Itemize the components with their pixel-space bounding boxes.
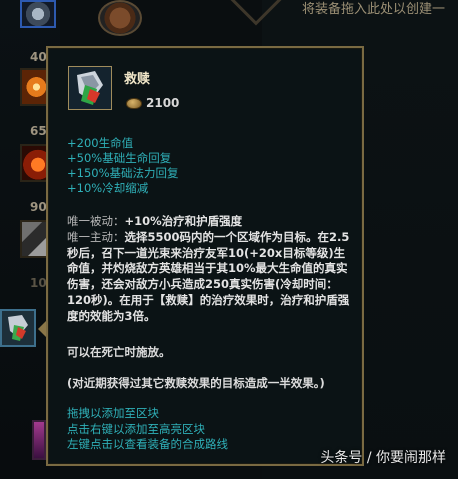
shield-item-icon[interactable] — [20, 0, 56, 28]
redemption-item-slot[interactable] — [0, 309, 36, 347]
hint-line: 拖拽以添加至区块 — [67, 406, 159, 420]
stat-line: +200生命值 — [67, 136, 134, 150]
passive-label: 唯一被动： — [67, 214, 125, 228]
half-effect-note: (对近期获得过其它救赎效果的目标造成一半效果。) — [67, 376, 325, 390]
redemption-item-icon — [2, 311, 34, 345]
item-price-label: 90 — [30, 200, 47, 214]
item-name: 救赎 — [124, 72, 151, 87]
item-price: 2100 — [146, 96, 180, 110]
active-line: 唯一主动：选择5500码内的一个区域作为目标。在2.5秒后，召下一道光束来治疗友… — [67, 230, 351, 325]
item-stats-list: +200生命值 +50%基础生命回复 +150%基础法力回复 +10%冷却缩减 — [67, 136, 179, 196]
redemption-item-icon — [68, 66, 112, 110]
wooden-shield-item-icon[interactable] — [98, 0, 142, 36]
passive-line: 唯一被动：+10%治疗和护盾强度 — [67, 214, 351, 230]
item-tooltip: 救赎 2100 +200生命值 +50%基础生命回复 +150%基础法力回复 +… — [46, 46, 364, 466]
passive-text: +10%治疗和护盾强度 — [124, 214, 243, 228]
control-hints-list: 拖拽以添加至区块 点击右键以添加至高亮区块 左键点击以查看装备的合成路线 — [67, 406, 228, 453]
item-price-label: 65 — [30, 124, 47, 138]
stat-line: +10%冷却缩减 — [67, 181, 149, 195]
drop-hint-text: 将装备拖入此处以创建一 — [302, 2, 446, 17]
stat-line: +50%基础生命回复 — [67, 151, 172, 165]
hint-line: 左键点击以查看装备的合成路线 — [67, 437, 228, 451]
active-label: 唯一主动： — [67, 229, 125, 244]
item-price-label: 10 — [30, 276, 47, 290]
cast-on-death-note: 可以在死亡时施放。 — [67, 345, 171, 359]
gold-coin-icon — [126, 98, 142, 109]
item-price-label: 40 — [30, 50, 47, 64]
hint-line: 点击右键以添加至高亮区块 — [67, 421, 205, 436]
watermark: 头条号 / 你要闹那样 — [320, 450, 446, 466]
item-description: 唯一被动：+10%治疗和护盾强度 唯一主动：选择5500码内的一个区域作为目标。… — [67, 214, 351, 325]
purple-item-icon[interactable] — [32, 420, 46, 460]
stat-line: +150%基础法力回复 — [67, 166, 179, 180]
